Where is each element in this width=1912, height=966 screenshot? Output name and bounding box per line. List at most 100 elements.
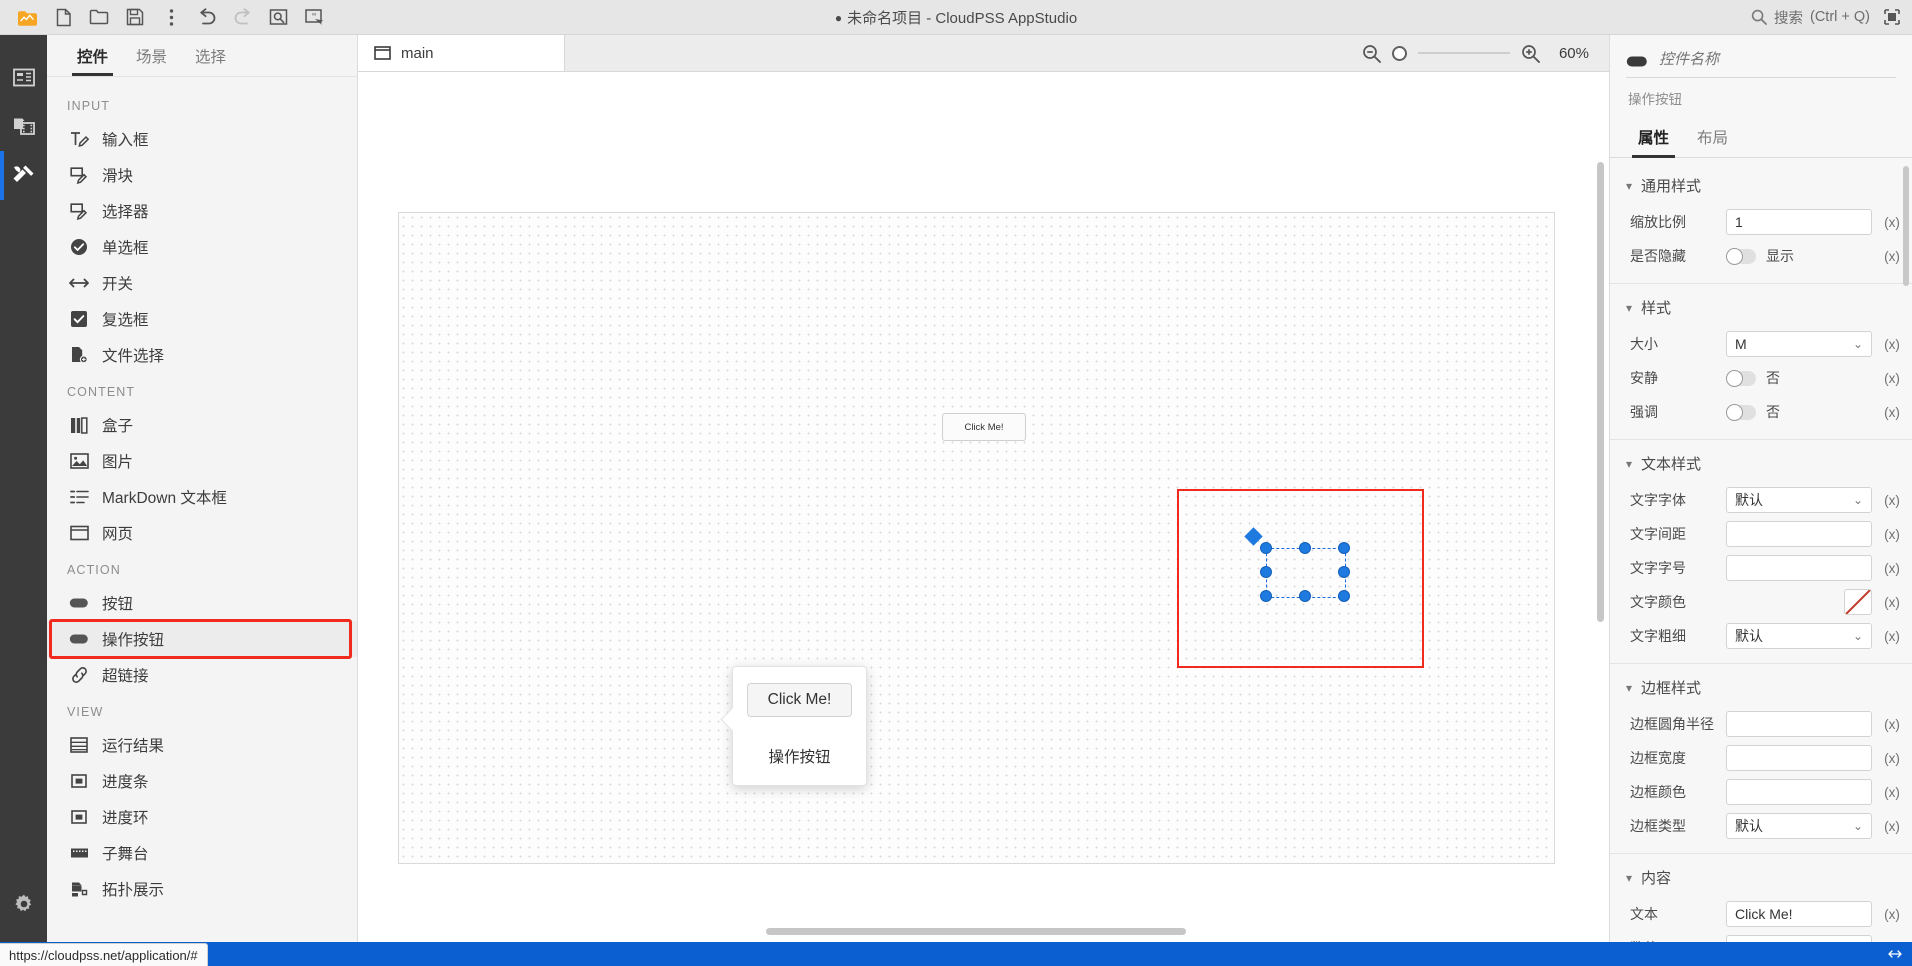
expression-toggle[interactable]: (x) — [1880, 717, 1904, 732]
expression-toggle[interactable]: (x) — [1880, 629, 1904, 644]
palette-item-image[interactable]: 图片 — [47, 443, 357, 479]
palette-item-markdown[interactable]: MarkDown 文本框 — [47, 479, 357, 515]
zoom-slider-track[interactable] — [1418, 52, 1510, 54]
palette-item-selector[interactable]: 选择器 — [47, 193, 357, 229]
palette-item-hyperlink[interactable]: 超链接 — [47, 657, 357, 693]
widget-name-input[interactable] — [1659, 49, 1896, 73]
size-select[interactable]: M ⌄ — [1726, 331, 1872, 357]
resize-handle-sw[interactable] — [1260, 590, 1272, 602]
palette-item-sub-stage[interactable]: 子舞台 — [47, 835, 357, 871]
font-color-swatch[interactable] — [1844, 589, 1872, 615]
resize-handle-ne[interactable] — [1338, 542, 1350, 554]
font-size-input[interactable] — [1726, 555, 1872, 581]
expression-toggle[interactable]: (x) — [1880, 561, 1904, 576]
palette-item-topology[interactable]: 拓扑展示 — [47, 871, 357, 907]
stage-widget-button[interactable]: Click Me! — [942, 413, 1026, 441]
palette-item-checkbox[interactable]: 复选框 — [47, 301, 357, 337]
resize-handle-w[interactable] — [1260, 566, 1272, 578]
global-search[interactable]: 搜索 (Ctrl + Q) — [1751, 7, 1870, 28]
inspector-scrollbar[interactable] — [1902, 166, 1910, 934]
resize-handle-nw[interactable] — [1260, 542, 1272, 554]
palette-item-progress-bar[interactable]: 进度条 — [47, 763, 357, 799]
undo-icon[interactable] — [190, 2, 224, 32]
expression-toggle[interactable]: (x) — [1880, 819, 1904, 834]
palette-item-radio[interactable]: 单选框 — [47, 229, 357, 265]
palette-item-result[interactable]: 运行结果 — [47, 727, 357, 763]
palette-item-webpage[interactable]: 网页 — [47, 515, 357, 551]
rail-item-settings[interactable] — [0, 879, 47, 928]
tab-properties[interactable]: 属性 — [1626, 126, 1681, 158]
new-file-icon[interactable] — [46, 2, 80, 32]
palette-item-box[interactable]: 盒子 — [47, 407, 357, 443]
expression-toggle[interactable]: (x) — [1880, 249, 1904, 264]
rail-item-tools[interactable] — [0, 151, 47, 200]
letter-spacing-input[interactable] — [1726, 521, 1872, 547]
palette-item-button[interactable]: 按钮 — [47, 585, 357, 621]
expression-toggle[interactable]: (x) — [1880, 527, 1904, 542]
zoom-slider-knob[interactable] — [1392, 45, 1407, 61]
expression-toggle[interactable]: (x) — [1880, 493, 1904, 508]
expression-toggle[interactable]: (x) — [1880, 595, 1904, 610]
palette-item-text-input[interactable]: 输入框 — [47, 121, 357, 157]
section-header[interactable]: ▾ 通用样式 — [1610, 162, 1912, 205]
section-header[interactable]: ▾ 样式 — [1610, 284, 1912, 327]
zoom-out-icon[interactable] — [1362, 44, 1381, 63]
border-color-input[interactable] — [1726, 779, 1872, 805]
section-header[interactable]: ▾ 边框样式 — [1610, 664, 1912, 707]
border-width-input[interactable] — [1726, 745, 1872, 771]
value-input[interactable] — [1726, 935, 1872, 942]
quiet-toggle[interactable] — [1726, 369, 1756, 387]
expression-toggle[interactable]: (x) — [1880, 785, 1904, 800]
palette-item-switch[interactable]: 开关 — [47, 265, 357, 301]
border-type-select[interactable]: 默认 ⌄ — [1726, 813, 1872, 839]
palette-item-slider[interactable]: 滑块 — [47, 157, 357, 193]
hidden-toggle[interactable] — [1726, 247, 1756, 265]
canvas-hscrollbar[interactable] — [366, 926, 1583, 936]
expression-toggle[interactable]: (x) — [1880, 405, 1904, 420]
border-radius-input[interactable] — [1726, 711, 1872, 737]
save-icon[interactable] — [118, 2, 152, 32]
rail-item-media[interactable] — [0, 102, 47, 151]
redo-icon[interactable] — [226, 2, 260, 32]
tab-layout[interactable]: 布局 — [1685, 126, 1740, 157]
open-folder-icon[interactable] — [82, 2, 116, 32]
inspector-scroll-area[interactable]: ▾ 通用样式 缩放比例 (x) 是否隐藏 显示 (x) — [1610, 158, 1912, 942]
canvas-vscrollbar[interactable] — [1596, 162, 1605, 922]
inspector-scroll-thumb[interactable] — [1903, 166, 1909, 286]
more-menu-icon[interactable] — [154, 2, 188, 32]
preview-button[interactable]: Click Me! — [746, 683, 853, 717]
app-logo-icon[interactable] — [10, 2, 44, 32]
preview-icon[interactable] — [262, 2, 296, 32]
expression-toggle[interactable]: (x) — [1880, 751, 1904, 766]
run-icon[interactable]: ∞ — [298, 2, 332, 32]
resize-grip-icon[interactable] — [1888, 948, 1902, 960]
section-header[interactable]: ▾ 内容 — [1610, 854, 1912, 897]
zoom-in-icon[interactable] — [1521, 44, 1540, 63]
expression-toggle[interactable]: (x) — [1880, 907, 1904, 922]
canvas-viewport[interactable]: Click Me! Click Me! 操作按钮 — [358, 72, 1609, 942]
font-family-select[interactable]: 默认 ⌄ — [1726, 487, 1872, 513]
rail-item-layout[interactable] — [0, 53, 47, 102]
palette-item-file-picker[interactable]: 文件选择 — [47, 337, 357, 373]
expression-toggle[interactable]: (x) — [1880, 371, 1904, 386]
tab-controls[interactable]: 控件 — [63, 35, 122, 76]
section-header[interactable]: ▾ 文本样式 — [1610, 440, 1912, 483]
canvas-vscroll-thumb[interactable] — [1597, 162, 1604, 622]
tab-scenes[interactable]: 场景 — [122, 35, 181, 76]
font-weight-select[interactable]: 默认 ⌄ — [1726, 623, 1872, 649]
palette-item-action-button[interactable]: 操作按钮 — [47, 619, 357, 659]
resize-handle-n[interactable] — [1299, 542, 1311, 554]
palette-item-progress-ring[interactable]: 进度环 — [47, 799, 357, 835]
resize-handle-se[interactable] — [1338, 590, 1350, 602]
tab-selection[interactable]: 选择 — [181, 35, 240, 76]
emphasis-toggle[interactable] — [1726, 403, 1756, 421]
canvas-hscroll-thumb[interactable] — [766, 928, 1186, 935]
text-content-input[interactable] — [1726, 901, 1872, 927]
resize-handle-s[interactable] — [1299, 590, 1311, 602]
scale-input[interactable] — [1726, 209, 1872, 235]
tab-main[interactable]: main — [358, 35, 565, 71]
resize-handle-e[interactable] — [1338, 566, 1350, 578]
maximize-icon[interactable] — [1884, 9, 1900, 25]
expression-toggle[interactable]: (x) — [1880, 337, 1904, 352]
expression-toggle[interactable]: (x) — [1880, 215, 1904, 230]
